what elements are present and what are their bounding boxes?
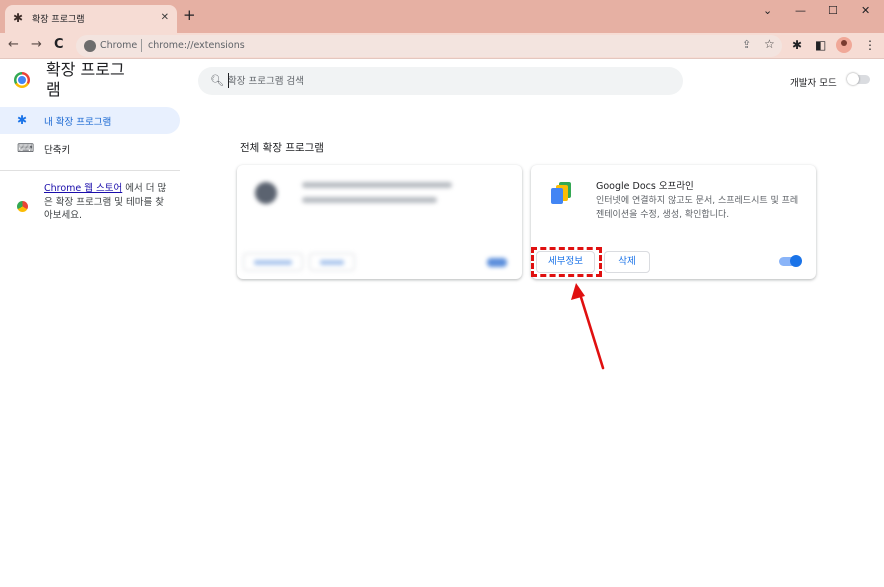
highlight-box (531, 247, 602, 277)
chrome-site-icon (84, 40, 96, 52)
close-window-icon[interactable]: ✕ (861, 4, 870, 18)
blurred-toggle (487, 258, 507, 267)
forward-icon[interactable]: → (31, 37, 42, 53)
chevron-down-icon[interactable]: ⌄ (763, 4, 772, 18)
bookmark-star-icon[interactable]: ☆ (764, 37, 775, 51)
browser-tab[interactable]: ✱ 확장 프로그램 ✕ (5, 5, 177, 33)
sidebar-item-my-extensions[interactable]: ✱ 내 확장 프로그램 (0, 107, 180, 134)
extension-enable-toggle[interactable] (779, 255, 802, 267)
maximize-icon[interactable]: ☐ (828, 4, 838, 18)
side-panel-icon[interactable]: ◧ (815, 37, 826, 53)
blurred-name (302, 182, 452, 188)
puzzle-icon: ✱ (17, 113, 28, 127)
web-store-promo: Chrome 웹 스토어 에서 더 많은 확장 프로그램 및 테마를 찾아보세요… (44, 182, 170, 223)
annotation-arrow (571, 283, 605, 370)
page-title: 확장 프로그램 (46, 60, 125, 99)
extensions-icon[interactable]: ✱ (792, 37, 802, 53)
reload-icon[interactable]: C (54, 37, 64, 53)
close-tab-icon[interactable]: ✕ (161, 11, 169, 25)
web-store-link[interactable]: Chrome 웹 스토어 (44, 183, 122, 194)
blurred-details-button (243, 253, 303, 271)
search-input[interactable] (228, 73, 648, 89)
omnibox-site-label: Chrome (100, 40, 138, 51)
extension-card-blurred (237, 165, 522, 279)
extension-name: Google Docs 오프라인 (596, 181, 694, 192)
dev-mode-label: 개발자 모드 (790, 78, 837, 89)
keyboard-icon: ⌨ (17, 141, 35, 155)
search-icon: 🔍︎ (210, 74, 224, 87)
chrome-logo-icon (14, 72, 30, 88)
sidebar-item-shortcuts[interactable]: ⌨ 단축키 (0, 135, 180, 162)
remove-button[interactable]: 삭제 (604, 251, 650, 273)
puzzle-icon: ✱ (13, 11, 24, 25)
sidebar-item-label: 내 확장 프로그램 (44, 117, 112, 128)
extension-description: 인터넷에 연결하지 않고도 문서, 스프레드시트 및 프레젠테이션을 수정, 생… (596, 196, 799, 220)
browser-toolbar: ← → C Chrome chrome://extensions ⇪ ☆ ✱ ◧… (0, 33, 884, 59)
omnibox-separator (141, 39, 142, 52)
sidebar-divider (0, 170, 180, 171)
google-docs-icon (549, 182, 575, 208)
web-store-icon (17, 201, 28, 212)
blurred-description (302, 197, 437, 203)
sidebar-item-label: 단축키 (44, 145, 71, 156)
blurred-extension-icon (255, 182, 277, 204)
text-caret (228, 73, 229, 88)
tab-title: 확장 프로그램 (32, 15, 85, 25)
new-tab-icon[interactable]: + (183, 7, 196, 23)
minimize-icon[interactable]: — (795, 4, 806, 18)
dev-mode-toggle[interactable] (847, 73, 870, 85)
back-icon[interactable]: ← (8, 37, 19, 53)
section-title: 전체 확장 프로그램 (240, 142, 324, 154)
search-bar[interactable]: 🔍︎ (198, 67, 683, 95)
menu-icon[interactable]: ⋮ (864, 37, 876, 53)
share-icon[interactable]: ⇪ (742, 38, 751, 51)
address-bar[interactable]: Chrome chrome://extensions ⇪ ☆ (76, 35, 782, 57)
title-bar: ✱ 확장 프로그램 ✕ + ⌄ — ☐ ✕ (0, 0, 884, 33)
extensions-page: 확장 프로그램 🔍︎ 개발자 모드 ✱ 내 확장 프로그램 ⌨ 단축키 Chro… (0, 60, 884, 587)
blurred-remove-button (309, 253, 355, 271)
profile-avatar[interactable] (836, 37, 852, 53)
omnibox-url[interactable]: chrome://extensions (148, 40, 245, 51)
